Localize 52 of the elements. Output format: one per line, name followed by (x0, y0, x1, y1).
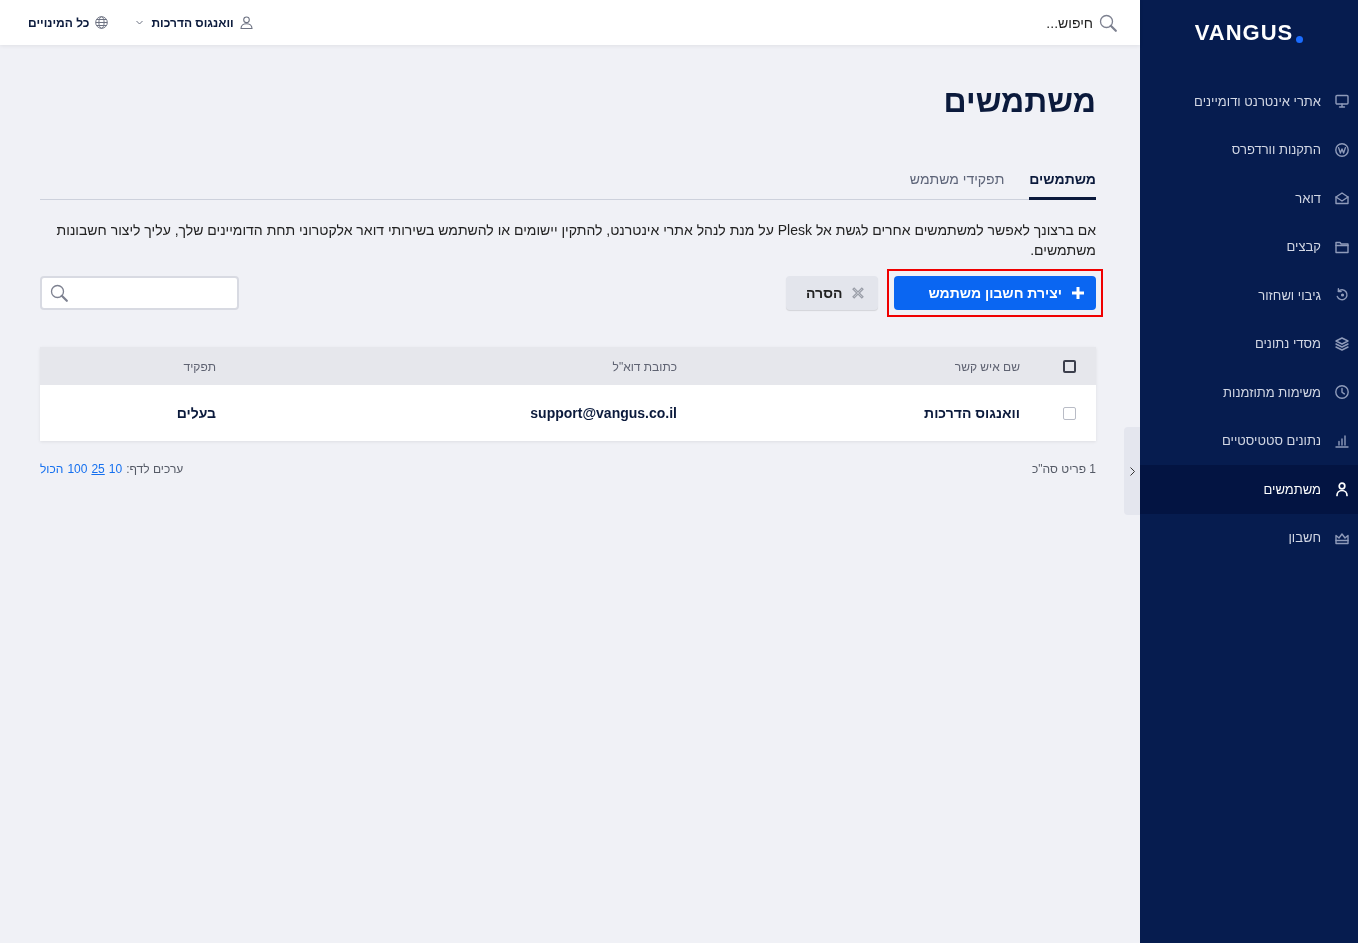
search-field[interactable] (40, 276, 239, 310)
sidebar-item[interactable]: מסדי נתונים (1140, 319, 1358, 368)
sidebar-item[interactable]: משתמשים (1140, 465, 1358, 514)
globe-icon (95, 16, 109, 29)
column-header[interactable]: כתובת דוא"ל (612, 360, 677, 374)
per-page-link[interactable]: הכול (40, 461, 64, 477)
table-cell: support@vangus.co.il (530, 405, 677, 421)
create-button[interactable]: יצירת חשבון משתמש (894, 276, 1096, 310)
checkbox[interactable] (1063, 359, 1076, 373)
dot-icon (1296, 35, 1304, 43)
caret-icon (136, 20, 144, 25)
per-page-link[interactable]: 25 (91, 461, 105, 477)
tab[interactable]: משתמשים (1029, 169, 1096, 200)
sidebar-item[interactable]: אתרי אינטרנט ודומיינים (1140, 77, 1358, 126)
sidebar-item[interactable]: התקנות וורדפרס (1140, 125, 1358, 174)
per-page-link[interactable]: 100 (67, 461, 88, 477)
remove-button[interactable]: הסרה (786, 276, 879, 310)
w-logo-icon (1334, 141, 1350, 158)
monitor-icon (1334, 93, 1350, 110)
table-cell: בעלים (176, 405, 216, 421)
chevron-icon (1129, 466, 1135, 476)
page-title: משתמשים (942, 82, 1096, 121)
total-count: 1 פריט סה"כ (1032, 461, 1096, 477)
sidebar-item[interactable]: משימות מתוזמנות (1140, 368, 1358, 417)
sidebar-toggle[interactable] (1124, 427, 1140, 515)
per-page-label: ערכים לדף: (126, 461, 184, 477)
clock-icon (1334, 384, 1350, 401)
person-icon (1334, 481, 1350, 498)
sidebar-item[interactable]: דואר (1140, 174, 1358, 223)
search-icon (50, 284, 68, 302)
subscriptions-menu[interactable]: כל המינויים (28, 15, 90, 30)
description-text: אם ברצונך לאפשר למשתמשים אחרים לגשת אל Plesk על מנת לנהל אתרי אינטרנט, להתקין יישומים או להשתמש בשירותי דואר אלקטרוני תחת הדומיינים שלך, עליך ליצור חשבונות משתמשים. (55, 221, 1096, 260)
sidebar-item[interactable]: חשבון (1140, 513, 1358, 562)
column-header[interactable]: שם איש קשר (954, 360, 1020, 374)
sidebar-item[interactable]: קבצים (1140, 222, 1358, 271)
plus-icon (1072, 287, 1084, 299)
per-page-link[interactable]: 10 (108, 461, 123, 477)
checkbox[interactable] (1063, 406, 1076, 420)
table-cell[interactable]: וואנגוס הדרכות (924, 405, 1020, 421)
column-header[interactable]: תפקיד (183, 360, 216, 374)
user-menu[interactable]: וואנגוס הדרכות (151, 15, 234, 30)
search-field[interactable]: חיפוש... (1033, 14, 1093, 31)
layers-icon (1334, 335, 1350, 352)
logo-text: VANGUS (1194, 22, 1294, 44)
tab[interactable]: תפקידי משתמש (909, 169, 1005, 200)
sidebar-item[interactable]: גיבוי ושחזור (1140, 271, 1358, 320)
cross-icon (852, 287, 865, 299)
open-envelope-icon (1334, 190, 1350, 207)
user-icon (239, 16, 253, 29)
bar-chart-icon (1334, 432, 1350, 449)
sidebar-item[interactable]: נתונים סטטיסטיים (1140, 416, 1358, 465)
search-icon (1099, 13, 1117, 32)
